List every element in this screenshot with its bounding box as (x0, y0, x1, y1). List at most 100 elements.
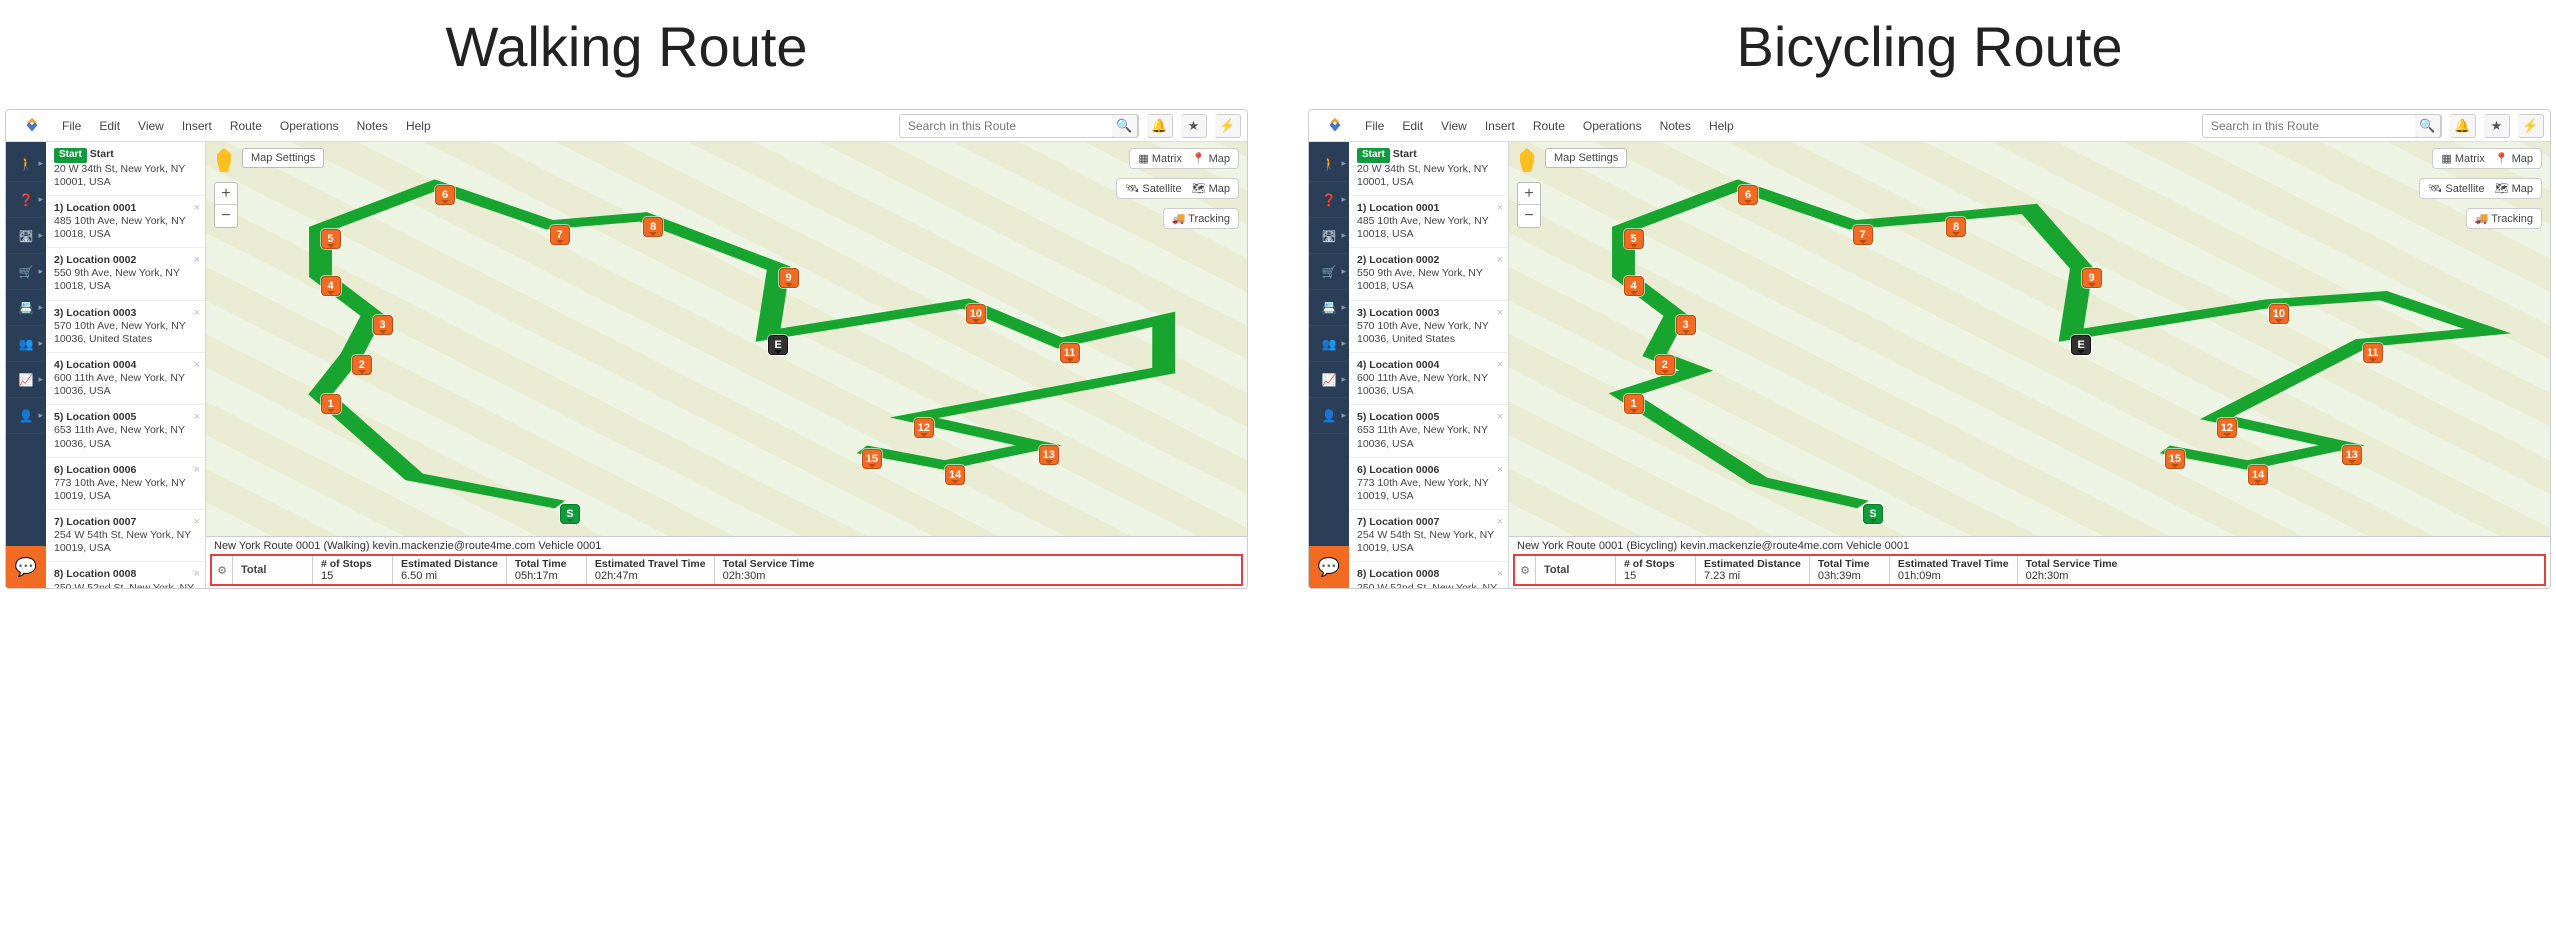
map-marker[interactable]: 2 (352, 355, 372, 375)
nav-help-icon[interactable]: ❓▸ (1309, 182, 1349, 218)
map-marker[interactable]: 12 (914, 418, 934, 438)
close-icon[interactable]: × (1497, 307, 1503, 321)
nav-help-icon[interactable]: ❓▸ (6, 182, 46, 218)
list-item[interactable]: 5) Location 0005×653 11th Ave, New York,… (1349, 405, 1508, 457)
map-marker[interactable]: 10 (966, 304, 986, 324)
list-item[interactable]: 1) Location 0001×485 10th Ave, New York,… (1349, 196, 1508, 248)
menu-insert[interactable]: Insert (182, 119, 212, 133)
list-item[interactable]: 2) Location 0002×550 9th Ave, New York, … (1349, 248, 1508, 300)
close-icon[interactable]: × (194, 464, 200, 478)
map-marker[interactable]: 14 (2248, 465, 2268, 485)
nav-cart-icon[interactable]: 🛒▸ (1309, 254, 1349, 290)
nav-user-icon[interactable]: 👤▸ (6, 398, 46, 434)
notifications-icon[interactable]: 🔔 (1147, 114, 1173, 138)
list-item[interactable]: 8) Location 0008×250 W 52nd St, New York… (46, 562, 205, 588)
menu-edit[interactable]: Edit (99, 119, 120, 133)
map-marker[interactable]: S (1863, 504, 1883, 524)
map-marker[interactable]: 5 (321, 229, 341, 249)
map-marker[interactable]: 10 (2269, 304, 2289, 324)
menu-file[interactable]: File (1365, 119, 1384, 133)
list-item[interactable]: 3) Location 0003×570 10th Ave, New York,… (1349, 301, 1508, 353)
map-marker[interactable]: 6 (1738, 185, 1758, 205)
menu-view[interactable]: View (1441, 119, 1467, 133)
favorite-icon[interactable]: ★ (1181, 114, 1207, 138)
menu-view[interactable]: View (138, 119, 164, 133)
map-marker[interactable]: 3 (1676, 315, 1696, 335)
menu-notes[interactable]: Notes (357, 119, 388, 133)
list-item[interactable]: 8) Location 0008×250 W 52nd St, New York… (1349, 562, 1508, 588)
nav-chat-icon[interactable]: 💬 (6, 546, 46, 588)
nav-walk-icon[interactable]: 🚶▸ (1309, 146, 1349, 182)
menu-operations[interactable]: Operations (1583, 119, 1642, 133)
menu-help[interactable]: Help (406, 119, 431, 133)
map-marker[interactable]: 13 (2342, 445, 2362, 465)
menu-edit[interactable]: Edit (1402, 119, 1423, 133)
nav-route-icon[interactable]: 🛣▸ (6, 218, 46, 254)
map-marker[interactable]: 4 (321, 276, 341, 296)
menu-route[interactable]: Route (230, 119, 262, 133)
menu-help[interactable]: Help (1709, 119, 1734, 133)
map-marker[interactable]: 14 (945, 465, 965, 485)
bolt-icon[interactable]: ⚡ (2518, 114, 2544, 138)
list-item[interactable]: 4) Location 0004×600 11th Ave, New York,… (1349, 353, 1508, 405)
menu-insert[interactable]: Insert (1485, 119, 1515, 133)
close-icon[interactable]: × (194, 568, 200, 582)
close-icon[interactable]: × (194, 254, 200, 268)
search-input[interactable] (2203, 119, 2415, 133)
close-icon[interactable]: × (194, 516, 200, 530)
map-marker[interactable]: E (2071, 335, 2091, 355)
gear-icon[interactable]: ⚙ (1515, 556, 1535, 584)
map-marker[interactable]: 8 (1946, 217, 1966, 237)
list-item[interactable]: 2) Location 0002×550 9th Ave, New York, … (46, 248, 205, 300)
nav-chart-icon[interactable]: 📈▸ (1309, 362, 1349, 398)
map-marker[interactable]: E (768, 335, 788, 355)
menu-operations[interactable]: Operations (280, 119, 339, 133)
map-marker[interactable]: 15 (2165, 449, 2185, 469)
list-item[interactable]: 3) Location 0003×570 10th Ave, New York,… (46, 301, 205, 353)
map-marker[interactable]: 7 (1853, 225, 1873, 245)
list-item[interactable]: 5) Location 0005×653 11th Ave, New York,… (46, 405, 205, 457)
map-marker[interactable]: 8 (643, 217, 663, 237)
map-marker[interactable]: 4 (1624, 276, 1644, 296)
gear-icon[interactable]: ⚙ (212, 556, 232, 584)
close-icon[interactable]: × (194, 411, 200, 425)
bolt-icon[interactable]: ⚡ (1215, 114, 1241, 138)
nav-walk-icon[interactable]: 🚶▸ (6, 146, 46, 182)
stop-start[interactable]: StartStart 20 W 34th St, New York, NY 10… (46, 142, 205, 196)
nav-contacts-icon[interactable]: 📇▸ (6, 290, 46, 326)
nav-cart-icon[interactable]: 🛒▸ (6, 254, 46, 290)
nav-team-icon[interactable]: 👥▸ (6, 326, 46, 362)
map-marker[interactable]: S (560, 504, 580, 524)
list-item[interactable]: 7) Location 0007×254 W 54th St, New York… (1349, 510, 1508, 562)
map-marker[interactable]: 3 (373, 315, 393, 335)
search-input[interactable] (900, 119, 1112, 133)
list-item[interactable]: 7) Location 0007×254 W 54th St, New York… (46, 510, 205, 562)
map-marker[interactable]: 1 (321, 394, 341, 414)
close-icon[interactable]: × (1497, 254, 1503, 268)
list-item[interactable]: 6) Location 0006×773 10th Ave, New York,… (1349, 458, 1508, 510)
map-marker[interactable]: 9 (779, 268, 799, 288)
map-marker[interactable]: 6 (435, 185, 455, 205)
notifications-icon[interactable]: 🔔 (2450, 114, 2476, 138)
map-marker[interactable]: 13 (1039, 445, 1059, 465)
stop-start[interactable]: StartStart 20 W 34th St, New York, NY 10… (1349, 142, 1508, 196)
nav-user-icon[interactable]: 👤▸ (1309, 398, 1349, 434)
map-marker[interactable]: 9 (2082, 268, 2102, 288)
map-canvas[interactable]: Map Settings + − ▦ Matrix 📍 Map 🛰 Satell… (206, 142, 1247, 536)
close-icon[interactable]: × (194, 202, 200, 216)
close-icon[interactable]: × (1497, 464, 1503, 478)
menu-file[interactable]: File (62, 119, 81, 133)
search-button[interactable]: 🔍 (2415, 114, 2441, 138)
nav-chat-icon[interactable]: 💬 (1309, 546, 1349, 588)
map-marker[interactable]: 12 (2217, 418, 2237, 438)
menu-notes[interactable]: Notes (1660, 119, 1691, 133)
map-marker[interactable]: 2 (1655, 355, 1675, 375)
nav-route-icon[interactable]: 🛣▸ (1309, 218, 1349, 254)
map-marker[interactable]: 11 (1060, 343, 1080, 363)
map-marker[interactable]: 7 (550, 225, 570, 245)
list-item[interactable]: 4) Location 0004×600 11th Ave, New York,… (46, 353, 205, 405)
close-icon[interactable]: × (1497, 411, 1503, 425)
map-marker[interactable]: 11 (2363, 343, 2383, 363)
list-item[interactable]: 1) Location 0001×485 10th Ave, New York,… (46, 196, 205, 248)
map-marker[interactable]: 15 (862, 449, 882, 469)
